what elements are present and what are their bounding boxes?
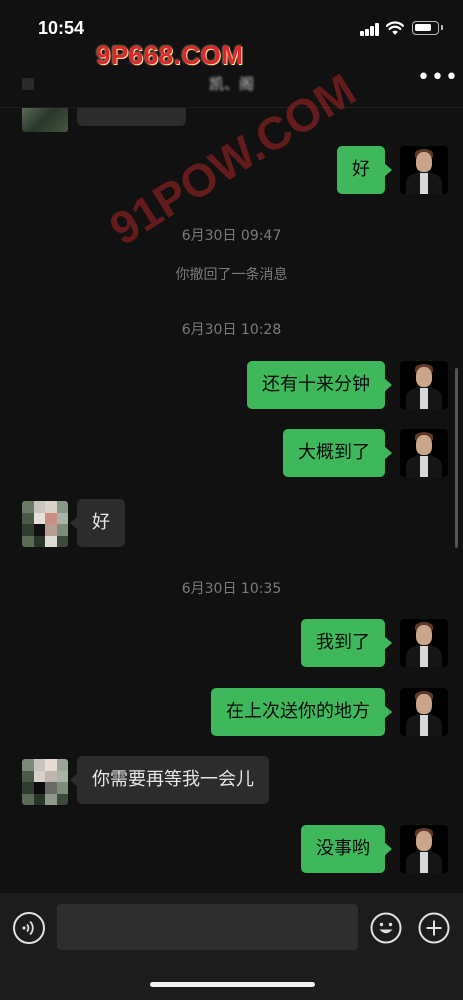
- message-bubble-other[interactable]: 好: [70, 499, 125, 547]
- message-bubble-me[interactable]: 还有十来分钟: [247, 361, 392, 409]
- wifi-icon: [386, 21, 404, 35]
- message-bubble-me[interactable]: 没事哟: [301, 825, 392, 873]
- scrollbar[interactable]: [455, 368, 458, 548]
- system-message: 你撤回了一条消息: [175, 267, 288, 283]
- input-bar: [0, 893, 463, 1000]
- message-bubble-me[interactable]: 好: [337, 146, 392, 194]
- message-input[interactable]: [57, 904, 358, 950]
- avatar-other[interactable]: [22, 501, 68, 547]
- battery-icon: [412, 21, 443, 35]
- status-time: 10:54: [38, 18, 85, 38]
- avatar-other[interactable]: [22, 108, 68, 132]
- avatar-me[interactable]: [400, 619, 448, 667]
- message-bubble-me[interactable]: 在上次送你的地方: [211, 688, 392, 736]
- avatar-me[interactable]: [400, 429, 448, 477]
- message-timestamp: 6月30日 10:35: [181, 581, 282, 597]
- cellular-signal-icon: [360, 23, 380, 36]
- emoji-icon[interactable]: [370, 912, 402, 944]
- plus-icon[interactable]: [418, 912, 450, 944]
- nav-bar: 凯、阁 •••: [0, 56, 463, 108]
- avatar-me[interactable]: [400, 825, 448, 873]
- message-bubble-me[interactable]: 我到了: [301, 619, 392, 667]
- voice-button[interactable]: [13, 912, 45, 944]
- avatar-other[interactable]: [22, 759, 68, 805]
- avatar-me[interactable]: [400, 146, 448, 194]
- message-bubble-other-partial[interactable]: [77, 108, 186, 126]
- message-timestamp: 6月30日 10:28: [181, 322, 282, 338]
- avatar-me[interactable]: [400, 361, 448, 409]
- chat-message-list[interactable]: 好 6月30日 09:47 你撤回了一条消息 6月30日 10:28 还有十来分…: [0, 108, 463, 893]
- avatar-me[interactable]: [400, 688, 448, 736]
- home-indicator[interactable]: [150, 982, 315, 987]
- voice-icon: [22, 920, 34, 936]
- chat-title: 凯、阁: [208, 75, 254, 93]
- message-bubble-me[interactable]: 大概到了: [283, 429, 392, 477]
- message-bubble-other[interactable]: 你需要再等我一会儿: [70, 756, 269, 804]
- more-options-button[interactable]: •••: [417, 67, 458, 89]
- message-timestamp: 6月30日 09:47: [181, 228, 282, 244]
